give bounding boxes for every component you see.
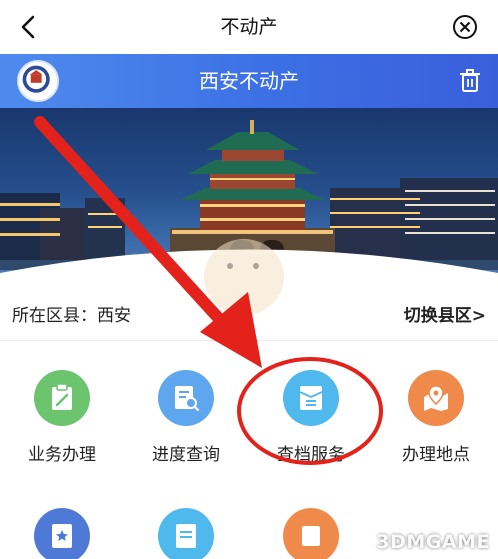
- trash-icon[interactable]: [456, 67, 484, 95]
- map-pin-icon: [408, 370, 464, 426]
- service-item-location[interactable]: 办理地点: [374, 370, 498, 465]
- service-label: 业务办理: [28, 445, 96, 465]
- switch-district-link[interactable]: 切换县区>: [404, 296, 486, 336]
- location-label: 所在区县：西安: [12, 306, 131, 326]
- service-icon: [283, 508, 339, 559]
- service-item-progress[interactable]: 进度查询: [124, 370, 248, 465]
- folder-document-icon: [283, 370, 339, 426]
- app-header: 西安不动产: [0, 54, 498, 108]
- service-label: 办理地点: [402, 445, 470, 465]
- header-title: 西安不动产: [199, 69, 299, 93]
- clipboard-edit-icon: [34, 370, 90, 426]
- service-label: 进度查询: [152, 445, 220, 465]
- service-item-archive[interactable]: 查档服务: [249, 370, 373, 465]
- divider: [0, 340, 498, 341]
- document-search-icon: [158, 370, 214, 426]
- bell-tower-banner[interactable]: [0, 108, 498, 296]
- top-nav-bar: 不动产: [0, 0, 498, 54]
- star-bookmark-icon: [34, 508, 90, 559]
- service-item-favorites[interactable]: [0, 508, 124, 559]
- service-item-other[interactable]: [249, 508, 373, 559]
- service-item-business[interactable]: 业务办理: [0, 370, 124, 465]
- service-label: 查档服务: [277, 445, 345, 465]
- location-row: 所在区县：西安 切换县区>: [0, 296, 498, 340]
- watermark: 3DMGAME: [376, 531, 490, 553]
- close-circle-icon[interactable]: [452, 14, 478, 40]
- page-title: 不动产: [220, 16, 278, 38]
- service-item-documents[interactable]: [124, 508, 248, 559]
- document-icon: [158, 508, 214, 559]
